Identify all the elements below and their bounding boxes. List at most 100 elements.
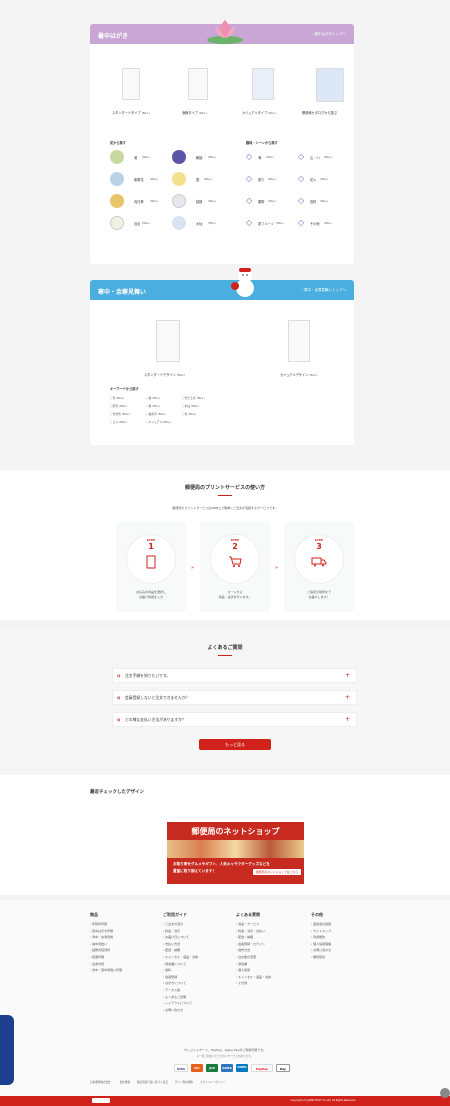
footer-link[interactable]: 注文後の変更 [236,954,306,961]
footer-link[interactable]: 会員登録 [163,974,233,981]
keyword-link[interactable]: • 雪 (80+) [110,396,124,400]
footer-link[interactable]: 利用規約 [311,934,381,941]
footer-link[interactable]: 個人情報保護 [311,941,381,948]
scene-item-6[interactable]: ◇ 風鈴 (80+) [298,196,350,208]
scene-icon: ◇ [246,196,253,205]
keyword-link[interactable]: • 椿 (80+) [146,396,160,400]
type-label-3[interactable]: カジュアルタイプ (80+) [242,110,276,115]
footer-link[interactable]: お問い合わせ [311,947,381,954]
kanchu-thumb-standard[interactable] [156,320,180,362]
footer-link[interactable]: 運営会社情報 [311,921,381,928]
type-label-4[interactable]: 郵便局カタログから選ぶ [302,110,337,115]
type-thumb-casual[interactable] [252,68,274,100]
type-label-2[interactable]: 漁猟タイプ (82+) [182,110,207,115]
type-thumb-gyoryo[interactable] [188,68,208,100]
banner-cta[interactable]: 郵便局のネットショップはこちら [253,869,301,875]
plus-icon: + [344,716,350,723]
footer-link[interactable]: レイアウトについて [163,1000,233,1007]
footer-link[interactable]: データ入稿 [163,987,233,994]
footer-link[interactable]: 配送・納期 [236,934,306,941]
footer-link[interactable]: 寒中・余寒見舞 [90,934,160,941]
flower-item-4[interactable]: 蓮 (80+) [172,172,232,188]
flower-item-8[interactable]: 水仙 (80+) [172,216,232,232]
kanchu-more-link[interactable]: 寒中・余寒見舞いトップへ [301,288,346,293]
scene-item-5[interactable]: ◇ 果物 (80+) [246,196,298,208]
keyword-link[interactable]: • 水仙 (80+) [182,404,199,408]
scene-icon: ◇ [298,152,305,161]
japan-post-logo [92,1098,110,1103]
footer-link[interactable]: 推奨環境 [311,954,381,961]
footer-bottom-link[interactable]: 特定商取引法に基づく表記 [137,1081,168,1084]
netshop-banner[interactable]: 郵便局のネットショップ お取り寄せグルメやギフト、人気キャラクターグッズなどを … [167,822,304,884]
kanchu-header: 寒中・余寒見舞い 寒中・余寒見舞いトップへ [90,268,354,300]
footer-link[interactable]: キャンセル・返品・交換 [163,954,233,961]
footer-link[interactable]: 出産内祝 [90,961,160,968]
scene-item-2[interactable]: ◇ 山・川 (80+) [298,152,350,164]
footer-link[interactable]: キャンセル・返品・交換 [236,974,306,981]
footer-link[interactable]: 商品・サービス [236,921,306,928]
footer-link[interactable]: 領収書について [163,961,233,968]
type-label-1[interactable]: スタンダードタイプ (80+) [112,110,150,115]
footer-link[interactable]: 寒中・喪中見舞い印刷 [90,967,160,974]
keyword-link[interactable]: • カジュアル (80+) [146,420,171,424]
footer-link[interactable]: お届け日について [163,934,233,941]
footer-bottom-link[interactable]: 会社概要 [120,1081,130,1084]
footer-link[interactable]: 年賀状印刷 [90,921,160,928]
footer-link[interactable]: 配送・納期 [163,947,233,954]
faq-item-3[interactable]: Q どの様な支払い方法がありますか？ + [112,712,357,727]
footer-bottom-link[interactable]: プライバシーポリシー [200,1081,226,1084]
flower-item-5[interactable]: 向日葵 (80+) [110,194,170,210]
keyword-link[interactable]: • 福寿草 (80+) [146,412,166,416]
keyword-link[interactable]: • 南天 (80+) [110,404,127,408]
kanchu-type-label-2[interactable]: カジュアルデザイン (80+) [280,372,317,377]
flower-item-2[interactable]: 朝顔 (80+) [172,150,232,166]
keyword-link[interactable]: • 松 (80+) [182,412,196,416]
footer-link[interactable]: 料金・割引・支払い [236,928,306,935]
kanchu-type-label-1[interactable]: スタンダードデザイン (80+) [144,372,185,377]
footer-link[interactable]: よくあるご質問 [163,994,233,1001]
faq-more-button[interactable]: もっと見る [199,739,271,750]
keyword-link[interactable]: • コメ (80+) [110,420,127,424]
scene-item-1[interactable]: ◇ 海 (80+) [246,152,298,164]
footer-link[interactable]: 個人情報 [236,967,306,974]
howto-title: 郵便局のプリントサービスの使い方 [184,485,265,491]
flower-item-7[interactable]: 百合 (80+) [110,216,170,232]
footer-link[interactable]: 会員登録・ログイン [236,941,306,948]
footer-link[interactable]: 領収書 [236,961,306,968]
shochu-more-link[interactable]: 暑中はがきトップへ [312,32,347,37]
flower-search-heading: 花から探す [110,141,126,145]
footer-link[interactable]: はがきについて [163,980,233,987]
footer-link[interactable]: サイトマップ [311,928,381,935]
footer-link[interactable]: お問い合わせ [163,1007,233,1014]
scene-item-4[interactable]: ◇ 花火 (80+) [298,174,350,186]
footer-link[interactable]: その他 [236,980,306,987]
scene-item-8[interactable]: ◇ その他 (80+) [298,218,350,230]
type-thumb-standard[interactable] [122,68,140,100]
pay-note-2: ※一部ご利用いただけないサービスがあります。 [196,1055,254,1058]
footer-link[interactable]: 結婚式招待状 [90,947,160,954]
kanchu-thumb-casual[interactable] [288,320,310,362]
faq-item-2[interactable]: Q 会員登録しないと注文できませんか？ + [112,690,357,705]
footer-link[interactable]: ご注文の流れ [163,921,233,928]
keyword-link[interactable]: • 雪だるま (80+) [182,396,205,400]
flower-item-1[interactable]: 菊 (80+) [110,150,170,166]
footer-link[interactable]: 転居印刷 [90,954,160,961]
footer-link[interactable]: 送料 [163,967,233,974]
page-top-button[interactable] [440,1088,450,1098]
footer-link[interactable]: 喪中はがき印刷 [90,928,160,935]
document-icon [146,555,156,569]
footer-link[interactable]: 暑中見舞い [90,941,160,948]
scene-icon: ◇ [298,196,305,205]
flower-item-3[interactable]: 紫陽花 (80+) [110,172,170,188]
footer-link[interactable]: 料金・割引 [163,928,233,935]
faq-item-1[interactable]: Q 注文手順を知りたいです。 + [112,668,357,683]
flower-item-6[interactable]: 桔梗 (80+) [172,194,232,210]
footer-link[interactable]: 操作方法 [236,947,306,954]
type-thumb-catalog[interactable] [316,68,344,102]
keyword-link[interactable]: • 梅 (80+) [146,404,160,408]
keyword-link[interactable]: • 雪景色 (80+) [110,412,130,416]
footer-link[interactable]: 支払い方法 [163,941,233,948]
scene-item-3[interactable]: ◇ 祭り (80+) [246,174,298,186]
scene-item-7[interactable]: ◇ 夏フルーツ (80+) [246,218,298,230]
footer-bottom-link[interactable]: サイト利用規約 [175,1081,193,1084]
